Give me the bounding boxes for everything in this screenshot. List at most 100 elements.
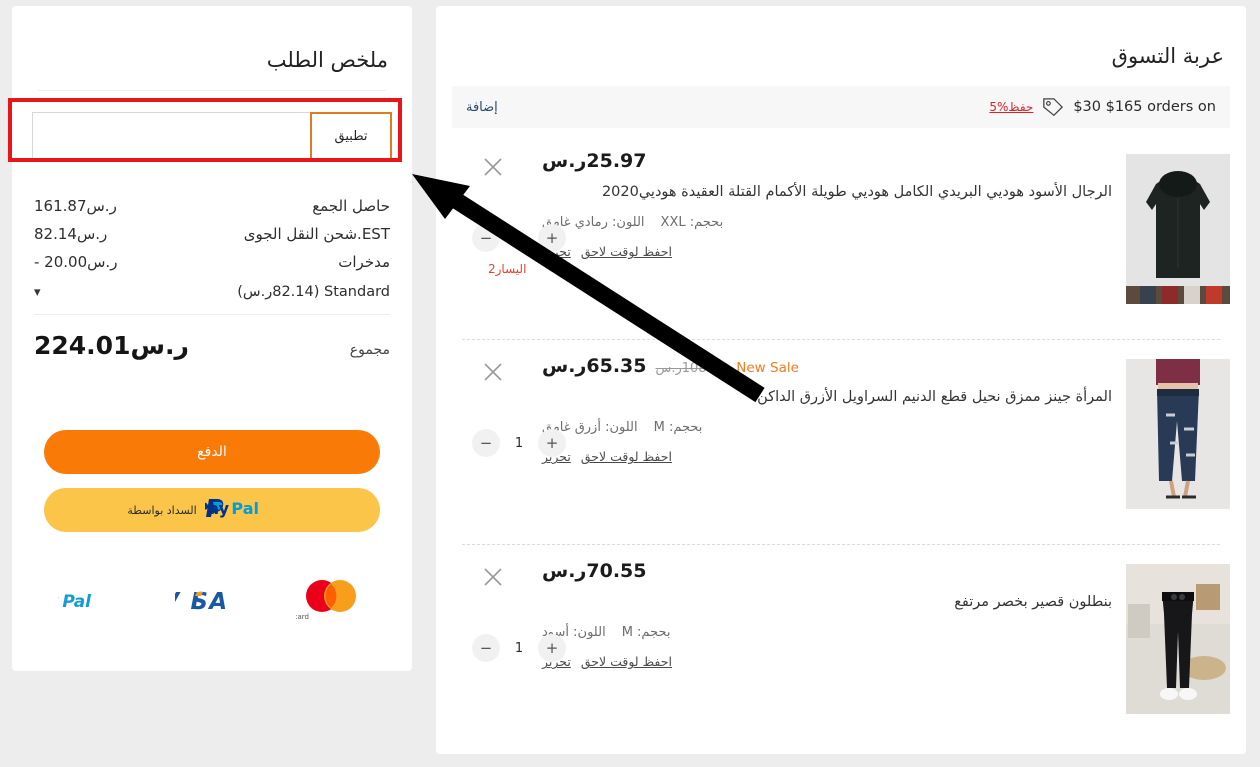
color-label: اللون:	[573, 625, 606, 641]
item-actions: احفظ لوقت لاحق تجرير	[542, 654, 1112, 669]
sale-badge: New Sale	[736, 360, 799, 376]
remove-item-button[interactable]	[482, 156, 504, 178]
cart-item-row: 70.55ر.س بنطلون قصير بخصر مرتفع بحجم: M …	[452, 550, 1230, 750]
save-for-later-link[interactable]: احفظ لوقت لاحق	[581, 654, 672, 669]
paypal-button-label: السداد بواسطة	[127, 503, 197, 517]
item-actions: احفظ لوقت لاحق تجرير	[542, 449, 1112, 464]
item-price: 65.35ر.س	[542, 355, 647, 377]
paypal-logo: Pay Pal	[25, 586, 146, 618]
paypal-logo-icon: Pay Pal	[197, 496, 297, 524]
item-original-price: 108.92ر.س	[655, 361, 728, 376]
quantity-stepper: + 1 −	[472, 429, 566, 457]
svg-text:Pay: Pay	[205, 499, 230, 518]
shopping-cart-panel: عربة التسوق حفظ%5 $30 $165 orders on إضا…	[436, 6, 1246, 754]
summary-divider	[38, 90, 386, 91]
size-label: بحجم:	[668, 420, 703, 436]
price-line: 65.35ر.س 108.92ر.س New Sale	[542, 355, 1112, 377]
item-price: 70.55ر.س	[542, 560, 647, 582]
svg-text:Pal: Pal	[63, 592, 93, 612]
save-for-later-link[interactable]: احفظ لوقت لاحق	[581, 244, 672, 259]
row-divider	[462, 544, 1220, 545]
price-line: 70.55ر.س	[542, 560, 1112, 582]
quantity-decrease-button[interactable]: −	[472, 634, 500, 662]
size-value: M	[621, 625, 633, 641]
price-line: 25.97ر.س	[542, 150, 1112, 172]
item-size: بحجم: XXL	[661, 215, 724, 230]
cart-item-details: 70.55ر.س بنطلون قصير بخصر مرتفع بحجم: M …	[542, 560, 1112, 669]
size-label: بحجم:	[689, 215, 724, 231]
subtotal-value: 161.87ر.س	[34, 197, 117, 215]
coupon-section: تطبيق	[32, 112, 392, 160]
remove-item-button[interactable]	[482, 361, 504, 383]
shipping-label: EST.شحن النقل الجوى	[243, 225, 390, 243]
accepted-payment-logos: Pay Pal V I S A maste	[25, 576, 380, 628]
cart-item-details: 65.35ر.س 108.92ر.س New Sale المرأة جينز …	[542, 355, 1112, 464]
grand-total-label: مجموع	[349, 342, 390, 358]
stock-warning: اليسار2	[488, 262, 527, 276]
subtotal-row: حاصل الجمع 161.87ر.س	[34, 192, 390, 220]
price-tag-icon	[1042, 97, 1064, 117]
subtotal-label: حاصل الجمع	[312, 197, 390, 215]
shipping-method-label: Standard (82.14ر.س)	[237, 284, 390, 300]
quantity-value: 1	[514, 640, 524, 656]
order-summary-title: ملخص الطلب	[266, 48, 388, 72]
shipping-value: 82.14ر.س	[34, 225, 108, 243]
svg-text:Pal: Pal	[231, 499, 259, 518]
item-size: بحجم: M	[622, 625, 671, 640]
cart-item-row: 25.97ر.س الرجال الأسود هوديي البريدي الك…	[452, 140, 1230, 340]
jeans-thumbnail[interactable]	[1126, 359, 1230, 509]
promo-save-label: حفظ%5	[989, 100, 1034, 114]
quantity-value: 1	[514, 230, 524, 246]
shipping-method-select[interactable]: Standard (82.14ر.س) ▾	[34, 276, 390, 310]
item-attributes: بحجم: M اللون: أزرق غامق	[542, 420, 1112, 435]
savings-row: مدخرات - 20.00ر.س	[34, 248, 390, 276]
svg-text:mastercard: mastercard	[296, 613, 309, 621]
quantity-increase-button[interactable]: +	[538, 634, 566, 662]
item-attributes: بحجم: M اللون: أسود	[542, 625, 1112, 640]
shipping-row: EST.شحن النقل الجوى 82.14ر.س	[34, 220, 390, 248]
item-attributes: بحجم: XXL اللون: رمادي غامق	[542, 215, 1112, 230]
size-value: M	[653, 420, 665, 436]
hoodie-thumbnail[interactable]	[1126, 154, 1230, 304]
quantity-stepper: + 1 −	[472, 224, 566, 252]
quantity-stepper: + 1 −	[472, 634, 566, 662]
svg-text:Pay: Pay	[58, 592, 59, 612]
order-summary-panel: ملخص الطلب تطبيق حاصل الجمع 161.87ر.س ES…	[12, 6, 412, 671]
paypal-checkout-button[interactable]: Pay Pal السداد بواسطة	[44, 488, 380, 532]
savings-label: مدخرات	[338, 253, 390, 271]
mastercard-logo: mastercard	[269, 576, 366, 628]
cart-item-details: 25.97ر.س الرجال الأسود هوديي البريدي الك…	[542, 150, 1112, 259]
size-label: بحجم:	[637, 625, 671, 641]
cart-item-row: 65.35ر.س 108.92ر.س New Sale المرأة جينز …	[452, 345, 1230, 545]
size-value: XXL	[660, 215, 686, 231]
chevron-down-icon: ▾	[34, 284, 41, 300]
promo-add-link[interactable]: إضافة	[466, 100, 498, 115]
grand-total-value: 224.01ر.س	[34, 331, 189, 360]
item-name[interactable]: بنطلون قصير بخصر مرتفع	[542, 591, 1112, 613]
item-name[interactable]: المرأة جينز ممزق نحيل قطع الدنيم السراوي…	[542, 386, 1112, 408]
remove-item-button[interactable]	[482, 566, 504, 588]
trousers-thumbnail[interactable]	[1126, 564, 1230, 714]
visa-logo: V I S A	[161, 584, 268, 620]
apply-coupon-button[interactable]: تطبيق	[310, 112, 392, 160]
svg-text:A: A	[207, 589, 227, 615]
item-name[interactable]: الرجال الأسود هوديي البريدي الكامل هوديي…	[542, 181, 1112, 203]
promo-text: $30 $165 orders on	[1073, 99, 1216, 115]
quantity-decrease-button[interactable]: −	[472, 224, 500, 252]
promo-banner: حفظ%5 $30 $165 orders on إضافة	[452, 86, 1230, 128]
quantity-value: 1	[514, 435, 524, 451]
save-for-later-link[interactable]: احفظ لوقت لاحق	[581, 449, 672, 464]
page-root: عربة التسوق حفظ%5 $30 $165 orders on إضا…	[0, 0, 1260, 767]
quantity-increase-button[interactable]: +	[538, 429, 566, 457]
row-divider	[462, 339, 1220, 340]
coupon-input[interactable]	[32, 112, 310, 160]
quantity-decrease-button[interactable]: −	[472, 429, 500, 457]
item-actions: احفظ لوقت لاحق تجرير	[542, 244, 1112, 259]
checkout-button[interactable]: الدفع	[44, 430, 380, 474]
color-label: اللون:	[605, 420, 638, 436]
order-totals: حاصل الجمع 161.87ر.س EST.شحن النقل الجوى…	[34, 192, 390, 360]
cart-page-title: عربة التسوق	[1111, 44, 1224, 68]
item-size: بحجم: M	[654, 420, 703, 435]
savings-value: - 20.00ر.س	[34, 253, 118, 271]
quantity-increase-button[interactable]: +	[538, 224, 566, 252]
